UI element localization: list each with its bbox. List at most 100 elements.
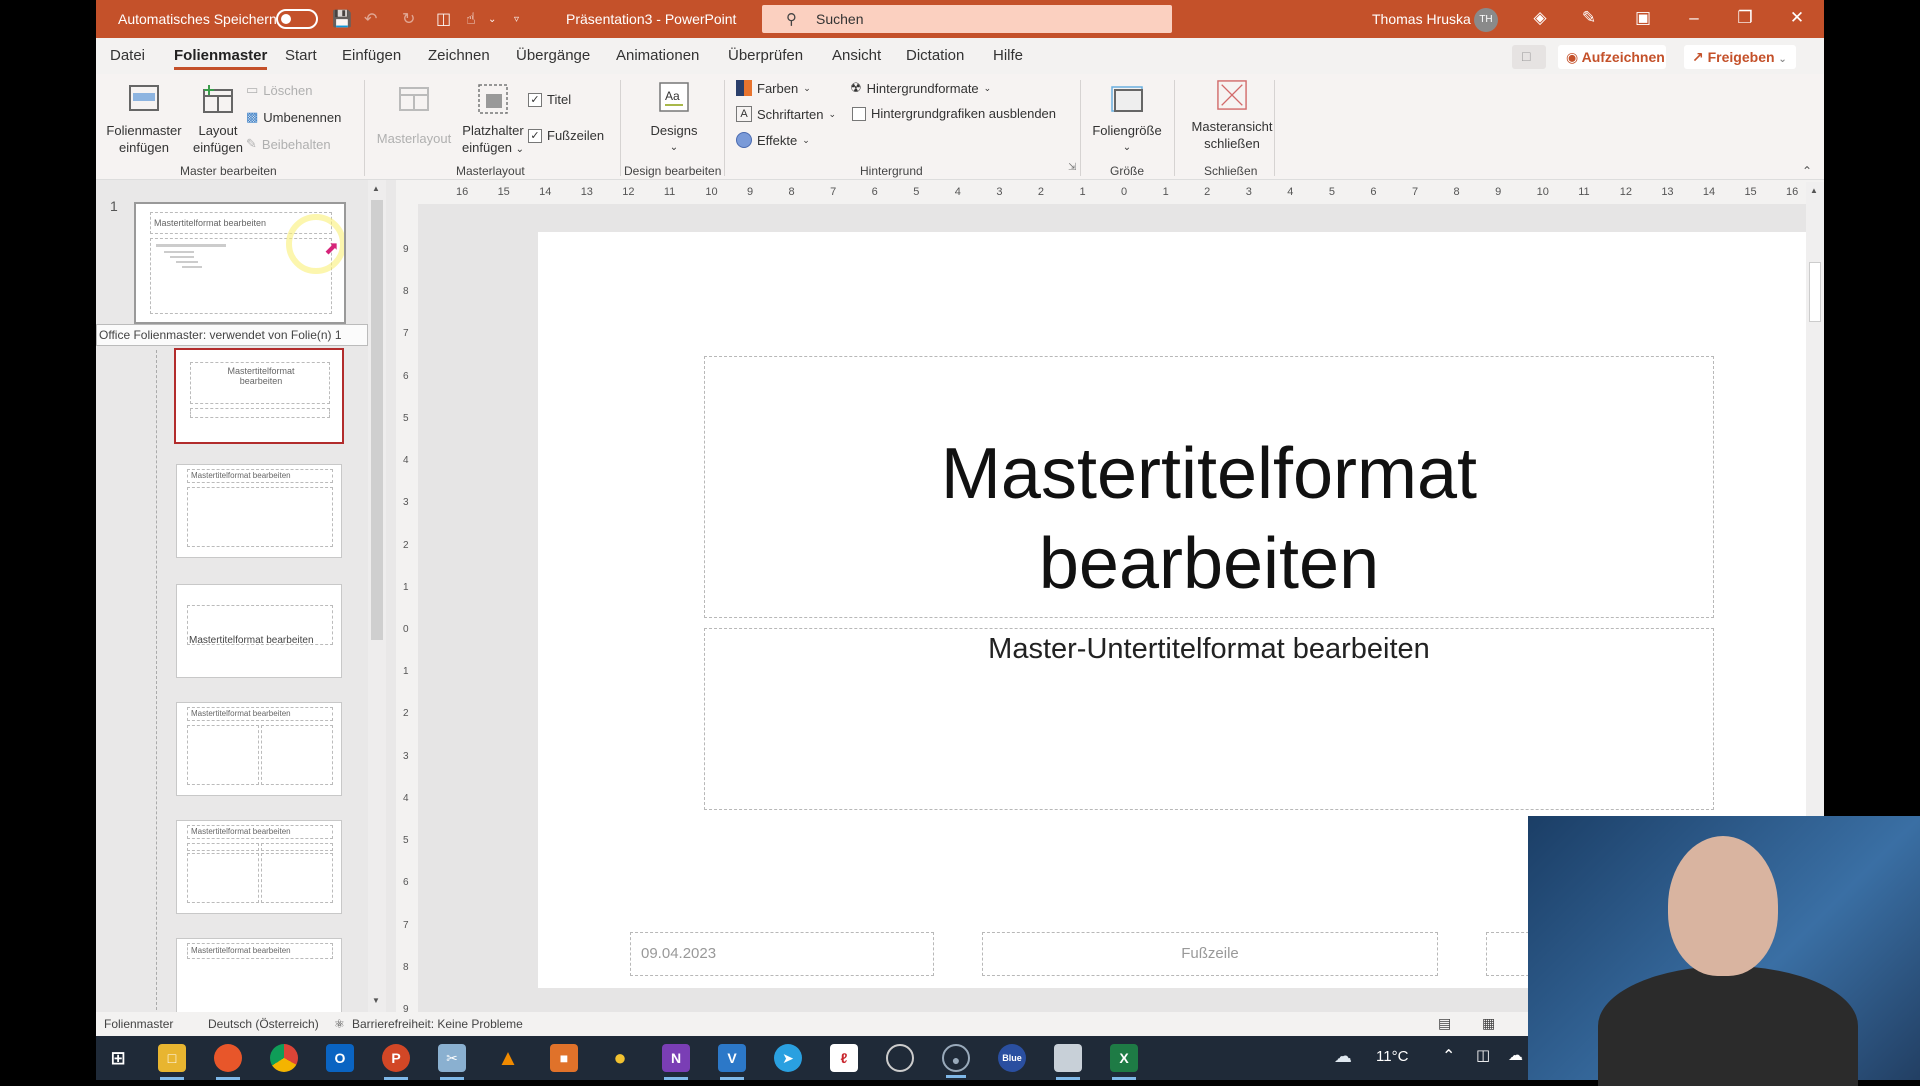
present-icon[interactable]: ◫ (436, 9, 451, 29)
file-explorer-icon[interactable]: □ (158, 1044, 186, 1080)
minimize-button[interactable]: – (1681, 8, 1707, 28)
tab-dictation[interactable]: Dictation (906, 47, 964, 64)
weather-temp[interactable]: 11°C (1376, 1048, 1408, 1065)
checkbox-unchecked[interactable] (852, 106, 866, 121)
date-placeholder[interactable]: 09.04.2023 (630, 932, 934, 976)
tab-animationen[interactable]: Animationen (616, 47, 699, 64)
insert-placeholder-button[interactable]: Platzhalter einfügen ⌄ (456, 84, 530, 158)
insert-layout-button[interactable]: Layout einfügen (188, 84, 248, 156)
slide-sorter-icon[interactable]: ▦ (1482, 1015, 1495, 1032)
snipping-tool-icon[interactable]: ✂ (438, 1044, 466, 1080)
onenote-icon[interactable]: N (662, 1044, 690, 1080)
save-icon[interactable]: 💾 (332, 9, 352, 29)
tab-zeichnen[interactable]: Zeichnen (428, 47, 490, 64)
fonts-button[interactable]: A Schriftarten ⌄ (736, 106, 836, 122)
colors-button[interactable]: Farben ⌄ (736, 80, 811, 96)
tab-uebergaenge[interactable]: Übergänge (516, 47, 590, 64)
touch-mode-icon[interactable]: ☝ (466, 9, 476, 29)
firefox-icon[interactable] (214, 1044, 242, 1080)
pen-icon[interactable]: ✎ (1576, 8, 1602, 28)
scroll-down-icon[interactable]: ▼ (372, 996, 380, 1005)
scroll-up-icon[interactable]: ▲ (372, 184, 380, 193)
powerpoint-icon[interactable]: P (382, 1044, 410, 1080)
tab-folienmaster[interactable]: Folienmaster (174, 47, 268, 70)
onedrive-icon[interactable]: ☁ (1508, 1046, 1523, 1064)
thumbnail-scrollbar[interactable]: ▲ ▼ (368, 180, 386, 1012)
checkbox-checked[interactable]: ✓ (528, 128, 542, 143)
delete-button[interactable]: ▭ Löschen (246, 82, 312, 98)
blue-app-icon[interactable]: Blue (998, 1044, 1026, 1072)
ruler-tick-label: 1 (1079, 186, 1086, 198)
close-button[interactable]: ✕ (1784, 8, 1810, 28)
scroll-up-icon[interactable]: ▲ (1810, 186, 1818, 195)
search-box[interactable]: ⚲ Suchen (762, 5, 1172, 33)
comments-button[interactable]: □ (1512, 45, 1546, 69)
screen-recorder-icon[interactable]: ● (942, 1044, 970, 1078)
vlc-icon[interactable]: ▲ (494, 1044, 522, 1072)
redo-icon[interactable]: ↻ (402, 9, 415, 29)
designs-button[interactable]: Aa Designs ⌄ (636, 82, 712, 156)
collapse-ribbon-icon[interactable]: ⌃ (1802, 164, 1812, 178)
outlook-icon[interactable]: O (326, 1044, 354, 1072)
preserve-icon: ✎ (246, 136, 257, 151)
subtitle-placeholder[interactable]: Master-Untertitelformat bearbeiten (704, 628, 1714, 810)
share-button[interactable]: ↗ Freigeben ⌄ (1684, 45, 1796, 69)
normal-view-icon[interactable]: ▤ (1438, 1015, 1451, 1032)
windows-start-icon[interactable]: ⊞ (104, 1044, 132, 1072)
tray-chevron-icon[interactable]: ⌃ (1442, 1046, 1455, 1066)
title-placeholder[interactable]: Mastertitelformat bearbeiten (704, 356, 1714, 618)
user-name[interactable]: Thomas Hruska (1372, 11, 1471, 27)
masterlayout-button[interactable]: Masterlayout (372, 84, 456, 147)
thumbnail-layout-two-content[interactable]: Mastertitelformat bearbeiten (176, 702, 342, 796)
checkbox-checked[interactable]: ✓ (528, 92, 542, 107)
background-formats-button[interactable]: ☢ Hintergrundformate ⌄ (850, 80, 991, 96)
thumbnail-layout-section[interactable]: Mastertitelformat bearbeiten (176, 584, 342, 678)
effects-button[interactable]: Effekte ⌄ (736, 132, 810, 148)
tab-datei[interactable]: Datei (110, 47, 145, 64)
telegram-icon[interactable]: ➤ (774, 1044, 802, 1072)
excel-icon[interactable]: X (1110, 1044, 1138, 1080)
tab-ueberpruefen[interactable]: Überprüfen (728, 47, 803, 64)
dialog-launcher-icon[interactable]: ⇲ (1068, 162, 1076, 173)
avatar[interactable]: TH (1474, 8, 1498, 32)
footer-placeholder[interactable]: Fußzeile (982, 932, 1438, 976)
paint-icon[interactable]: ● (606, 1044, 634, 1072)
footer-checkbox[interactable]: ✓ Fußzeilen (528, 128, 604, 143)
chrome-icon[interactable] (270, 1044, 298, 1072)
tab-start[interactable]: Start (285, 47, 317, 64)
status-accessibility[interactable]: Barrierefreiheit: Keine Probleme (352, 1017, 523, 1031)
slide-size-button[interactable]: Foliengröße ⌄ (1086, 84, 1168, 156)
weather-icon[interactable]: ☁ (1334, 1046, 1352, 1067)
restore-button[interactable]: ❐ (1732, 8, 1758, 28)
scanner-icon[interactable] (1054, 1044, 1082, 1080)
customize-qat-icon[interactable]: ▿ (514, 14, 519, 25)
acrobat-icon[interactable]: ℓ (830, 1044, 858, 1072)
premium-diamond-icon[interactable]: ◈ (1527, 8, 1553, 28)
meet-now-icon[interactable]: ◫ (1476, 1046, 1490, 1064)
undo-icon[interactable]: ↶ (364, 9, 377, 29)
hide-background-graphics-checkbox[interactable]: Hintergrundgrafiken ausblenden (852, 106, 1056, 121)
title-checkbox[interactable]: ✓ Titel (528, 92, 571, 107)
status-language[interactable]: Deutsch (Österreich) (208, 1017, 319, 1031)
scrollbar-thumb[interactable] (371, 200, 383, 640)
tab-einfuegen[interactable]: Einfügen (342, 47, 401, 64)
thumbnail-layout-comparison[interactable]: Mastertitelformat bearbeiten (176, 820, 342, 914)
scrollbar-thumb[interactable] (1809, 262, 1821, 322)
visio-icon[interactable]: V (718, 1044, 746, 1080)
tab-ansicht[interactable]: Ansicht (832, 47, 881, 64)
chevron-down-icon[interactable]: ⌄ (488, 14, 496, 25)
close-master-view-button[interactable]: Masteransicht schließen (1180, 80, 1284, 152)
ribbon-display-icon[interactable]: ▣ (1630, 8, 1656, 28)
autosave-toggle[interactable] (276, 9, 318, 29)
thumbnail-layout-content[interactable]: Mastertitelformat bearbeiten (176, 464, 342, 558)
preserve-button[interactable]: ✎ Beibehalten (246, 136, 331, 152)
obs-icon[interactable] (886, 1044, 914, 1072)
thumbnail-layout-title-only[interactable]: Mastertitelformat bearbeiten (176, 938, 342, 1012)
thumbnail-layout-title[interactable]: Mastertitelformat bearbeiten (174, 348, 344, 444)
thumbnail-slide-master[interactable]: Mastertitelformat bearbeiten ⬈ (134, 202, 346, 324)
office-icon[interactable]: ■ (550, 1044, 578, 1072)
tab-hilfe[interactable]: Hilfe (993, 47, 1023, 64)
record-button[interactable]: ◉ Aufzeichnen (1558, 45, 1666, 69)
insert-slide-master-button[interactable]: Folienmaster einfügen (104, 84, 184, 156)
rename-button[interactable]: ▩ Umbenennen (246, 109, 341, 125)
